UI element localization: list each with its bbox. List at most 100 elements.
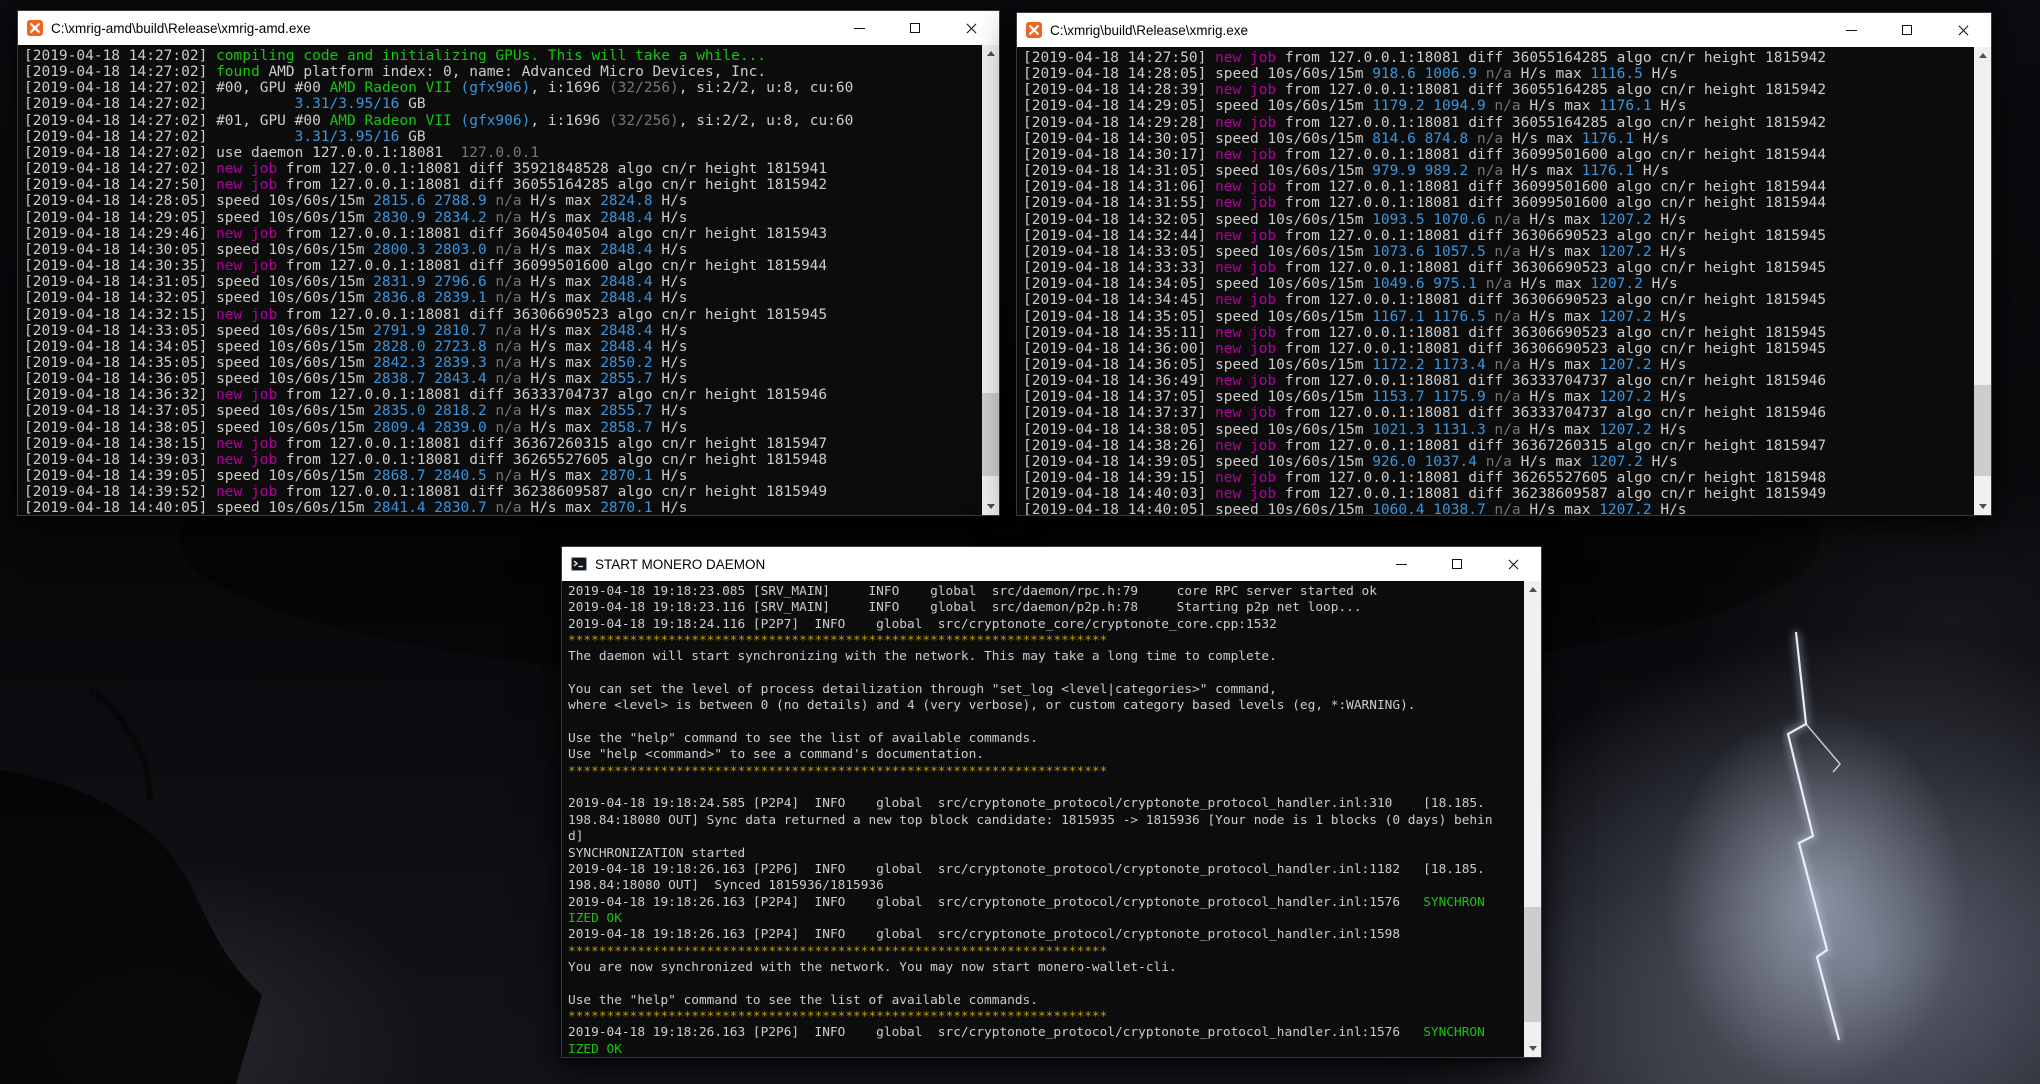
console-line: [2019-04-18 14:34:05] speed 10s/60s/15m … [24,339,982,355]
console-line: ****************************************… [568,764,1524,780]
console-line: [2019-04-18 14:28:39] new job from 127.0… [1023,82,1974,98]
console-line: [2019-04-18 14:27:02] 3.31/3.95/16 GB [24,96,982,112]
minimize-button[interactable] [1823,13,1879,47]
console-line: [2019-04-18 14:36:05] speed 10s/60s/15m … [24,371,982,387]
scroll-down-button[interactable] [1524,1040,1541,1057]
vertical-scrollbar[interactable] [1974,47,1991,515]
console-line: [2019-04-18 14:27:02] use daemon 127.0.0… [24,145,982,161]
console-line: [2019-04-18 14:30:35] new job from 127.0… [24,258,982,274]
console-line [568,976,1524,992]
xmrig-app-icon [27,20,43,36]
scrollbar-track[interactable] [1974,64,1991,498]
console-line: [2019-04-18 14:32:05] speed 10s/60s/15m … [1023,212,1974,228]
console-line: 2019-04-18 19:18:26.163 [P2P4] INFO glob… [568,895,1524,911]
window-xmrig-amd: C:\xmrig-amd\build\Release\xmrig-amd.exe… [17,10,1000,516]
window-title: START MONERO DAEMON [595,557,765,572]
console-line: 198.84:18080 OUT] Sync data returned a n… [568,813,1524,829]
console-line: [2019-04-18 14:27:50] new job from 127.0… [24,177,982,193]
console-line: [2019-04-18 14:35:11] new job from 127.0… [1023,325,1974,341]
scroll-up-button[interactable] [1524,581,1541,598]
scrollbar-track[interactable] [982,62,999,498]
console-line: [2019-04-18 14:31:05] speed 10s/60s/15m … [24,274,982,290]
console-line: [2019-04-18 14:27:02] compiling code and… [24,48,982,64]
console-line: [2019-04-18 14:39:05] speed 10s/60s/15m … [24,468,982,484]
close-button[interactable] [943,11,999,45]
console-line [568,780,1524,796]
console-line: where <level> is between 0 (no details) … [568,698,1524,714]
console-line: [2019-04-18 14:36:32] new job from 127.0… [24,387,982,403]
console-line: [2019-04-18 14:38:05] speed 10s/60s/15m … [24,420,982,436]
close-icon [965,22,978,35]
close-button[interactable] [1485,547,1541,581]
window-titlebar[interactable]: C:\xmrig-amd\build\Release\xmrig-amd.exe [18,11,999,45]
console-line: [2019-04-18 14:32:15] new job from 127.0… [24,307,982,323]
console-line: [2019-04-18 14:34:45] new job from 127.0… [1023,292,1974,308]
minimize-button[interactable] [1373,547,1429,581]
scroll-up-icon [987,51,995,56]
xmrig-app-icon [1026,22,1042,38]
console-line: [2019-04-18 14:31:06] new job from 127.0… [1023,179,1974,195]
console-output[interactable]: 2019-04-18 19:18:23.085 [SRV_MAIN] INFO … [562,581,1524,1057]
console-line: [2019-04-18 14:28:05] speed 10s/60s/15m … [24,193,982,209]
minimize-button[interactable] [831,11,887,45]
scroll-up-button[interactable] [982,45,999,62]
console-output[interactable]: [2019-04-18 14:27:50] new job from 127.0… [1017,47,1974,515]
scroll-up-icon [1979,53,1987,58]
console-line: [2019-04-18 14:39:15] new job from 127.0… [1023,470,1974,486]
console-line: SYNCHRONIZATION started [568,846,1524,862]
console-line: [2019-04-18 14:29:46] new job from 127.0… [24,226,982,242]
console-line: [2019-04-18 14:36:05] speed 10s/60s/15m … [1023,357,1974,373]
console-line: [2019-04-18 14:37:37] new job from 127.0… [1023,405,1974,421]
scroll-down-button[interactable] [1974,498,1991,515]
window-titlebar[interactable]: START MONERO DAEMON [562,547,1541,581]
console-line: You are now synchronized with the networ… [568,960,1524,976]
console-line: [2019-04-18 14:40:05] speed 10s/60s/15m … [1023,502,1974,515]
console-line: [2019-04-18 14:27:02] new job from 127.0… [24,161,982,177]
console-line: [2019-04-18 14:31:55] new job from 127.0… [1023,195,1974,211]
console-line: [2019-04-18 14:29:28] new job from 127.0… [1023,115,1974,131]
console-line: Use the "help" command to see the list o… [568,993,1524,1009]
console-line: [2019-04-18 14:27:02] #00, GPU #00 AMD R… [24,80,982,96]
console-line: [2019-04-18 14:29:05] speed 10s/60s/15m … [1023,98,1974,114]
vertical-scrollbar[interactable] [1524,581,1541,1057]
console-line: IZED OK [568,1042,1524,1057]
console-line: ****************************************… [568,633,1524,649]
scroll-up-button[interactable] [1974,47,1991,64]
window-title: C:\xmrig-amd\build\Release\xmrig-amd.exe [51,21,311,36]
console-line: 2019-04-18 19:18:23.085 [SRV_MAIN] INFO … [568,584,1524,600]
maximize-button[interactable] [1429,547,1485,581]
console-line: [2019-04-18 14:37:05] speed 10s/60s/15m … [1023,389,1974,405]
console-line: 2019-04-18 19:18:24.585 [P2P4] INFO glob… [568,796,1524,812]
console-output[interactable]: [2019-04-18 14:27:02] compiling code and… [18,45,982,515]
console-line: Use "help <command>" to see a command's … [568,747,1524,763]
desktop[interactable]: C:\xmrig-amd\build\Release\xmrig-amd.exe… [0,0,2040,1084]
console-line: ****************************************… [568,944,1524,960]
close-icon [1507,558,1520,571]
minimize-icon [854,28,865,29]
console-line: ****************************************… [568,1009,1524,1025]
console-line: [2019-04-18 14:33:05] speed 10s/60s/15m … [1023,244,1974,260]
console-line: [2019-04-18 14:27:50] new job from 127.0… [1023,50,1974,66]
console-line: [2019-04-18 14:30:17] new job from 127.0… [1023,147,1974,163]
scrollbar-track[interactable] [1524,598,1541,1040]
vertical-scrollbar[interactable] [982,45,999,515]
close-button[interactable] [1935,13,1991,47]
console-line: IZED OK [568,911,1524,927]
scrollbar-thumb[interactable] [1524,907,1541,1022]
console-line: [2019-04-18 14:35:05] speed 10s/60s/15m … [1023,309,1974,325]
scroll-down-button[interactable] [982,498,999,515]
scrollbar-thumb[interactable] [982,393,999,476]
minimize-icon [1846,30,1857,31]
scrollbar-thumb[interactable] [1974,385,1991,476]
window-title: C:\xmrig\build\Release\xmrig.exe [1050,23,1248,38]
console-line: [2019-04-18 14:27:02] 3.31/3.95/16 GB [24,129,982,145]
scroll-down-icon [1979,504,1987,509]
console-line: Use the "help" command to see the list o… [568,731,1524,747]
console-line: [2019-04-18 14:37:05] speed 10s/60s/15m … [24,403,982,419]
maximize-button[interactable] [1879,13,1935,47]
console-line: [2019-04-18 14:34:05] speed 10s/60s/15m … [1023,276,1974,292]
window-titlebar[interactable]: C:\xmrig\build\Release\xmrig.exe [1017,13,1991,47]
minimize-icon [1396,564,1407,565]
maximize-button[interactable] [887,11,943,45]
window-monero-daemon: START MONERO DAEMON 2019-04-18 19:18:23.… [561,546,1542,1058]
